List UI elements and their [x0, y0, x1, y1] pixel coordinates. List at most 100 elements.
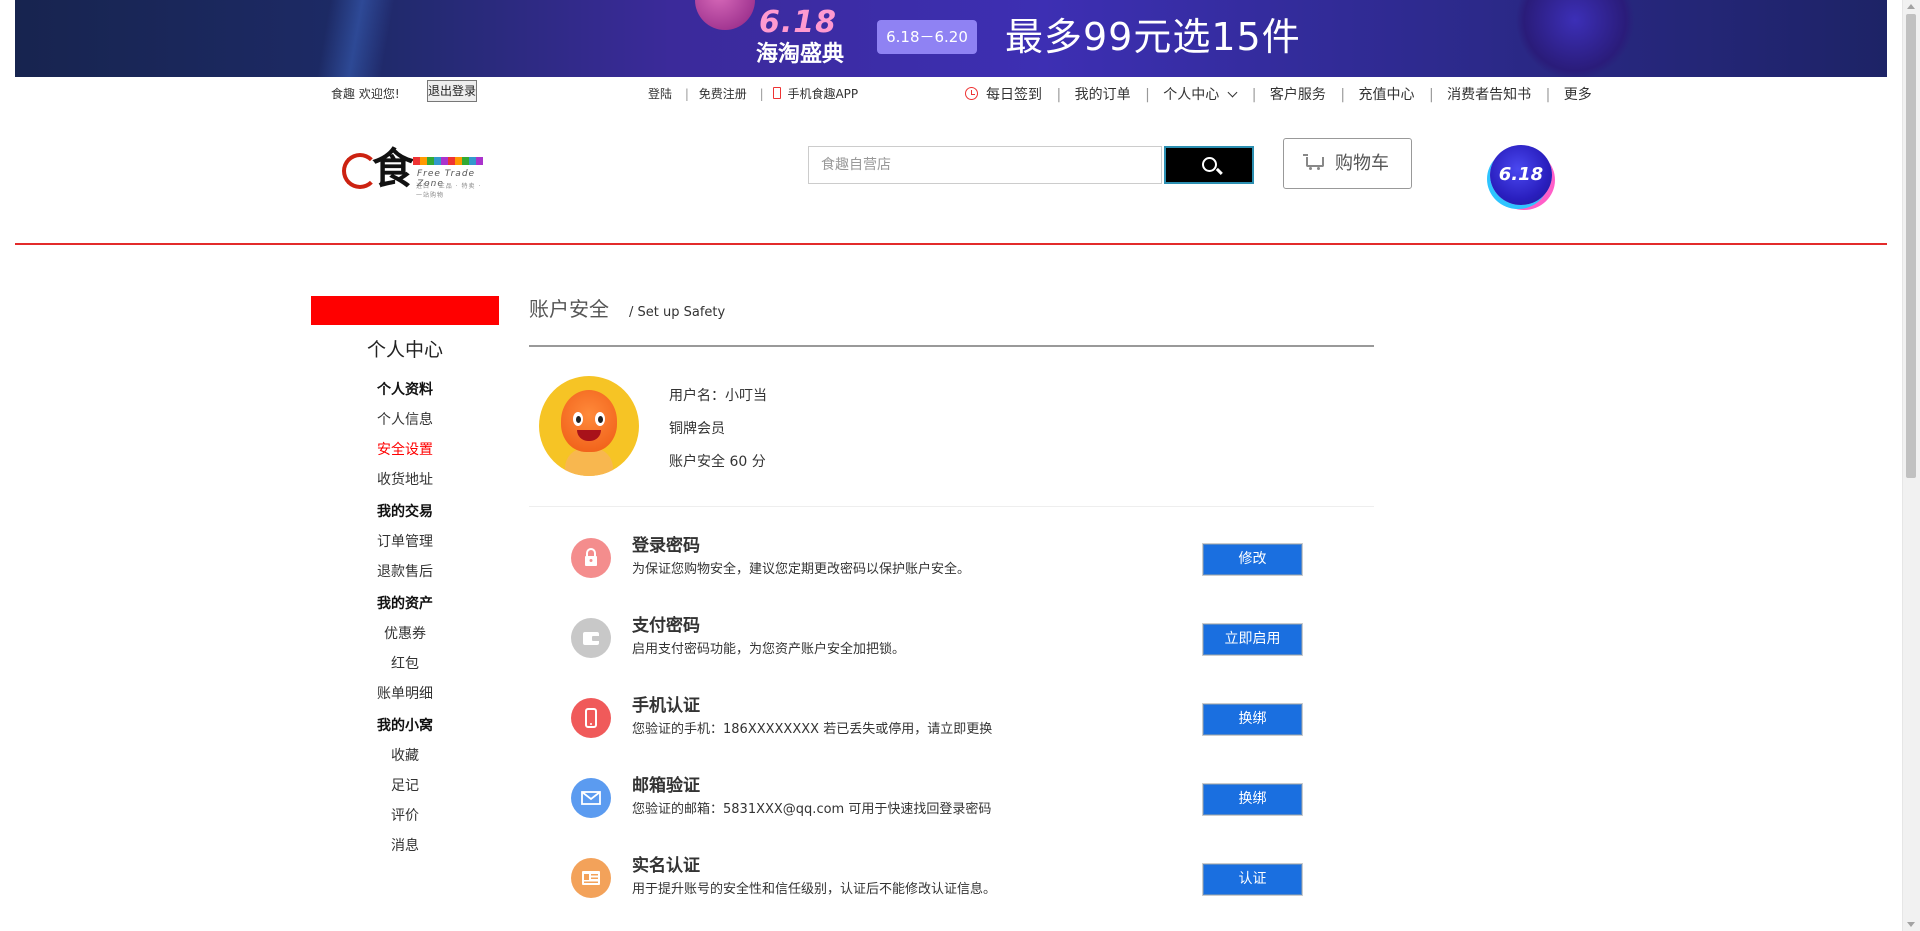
- site-logo[interactable]: 食 Free Trade Zone 进口 · 正品 · 特卖 · 一站购物: [342, 144, 487, 199]
- avatar[interactable]: [539, 376, 639, 476]
- row-title: 支付密码: [632, 616, 700, 636]
- security-score: 账户安全 60 分: [669, 454, 766, 470]
- promo-badge[interactable]: 6.18: [1490, 145, 1552, 205]
- banner-slogan: 最多99元选15件: [1005, 15, 1301, 59]
- header-divider: [15, 243, 1887, 245]
- avatar-eye: [595, 412, 605, 426]
- page-title: 账户安全: [529, 297, 609, 321]
- sidebar-item-address[interactable]: 收货地址: [311, 470, 499, 490]
- security-row-phone: 手机认证 您验证的手机：186XXXXXXXX 若已丢失或停用，请立即更换 换绑: [571, 694, 1331, 754]
- sidebar-group-title: 我的小窝: [377, 718, 433, 734]
- top-bar: 食趣 欢迎您! 退出登录 登陆 | 免费注册 | 手机食趣APP 每日签到 | …: [0, 77, 1900, 107]
- top-nav: 每日签到 | 我的订单 | 个人中心 | 客户服务 | 充值中心 | 消费者告知…: [965, 84, 1592, 104]
- logo-tagline: 进口 · 正品 · 特卖 · 一站购物: [416, 183, 482, 199]
- login-link[interactable]: 登陆: [648, 87, 672, 101]
- security-row-email: 邮箱验证 您验证的邮箱：5831XXX@qq.com 可用于快速找回登录密码 换…: [571, 774, 1331, 834]
- sidebar-item-bills[interactable]: 账单明细: [311, 684, 499, 704]
- my-orders-link[interactable]: 我的订单: [1075, 87, 1131, 103]
- id-card-icon: [571, 858, 611, 898]
- rebind-email-button[interactable]: 换绑: [1202, 783, 1303, 816]
- account-links: 登陆 | 免费注册 | 手机食趣APP: [648, 85, 864, 102]
- security-row-payment-password: 支付密码 启用支付密码功能，为您资产账户安全加把锁。 立即启用: [571, 614, 1331, 674]
- scrollbar-thumb[interactable]: [1906, 14, 1916, 478]
- sidebar-item-footprints[interactable]: 足记: [311, 776, 499, 796]
- title-divider: [529, 345, 1374, 347]
- sidebar-header-bar: [311, 296, 499, 325]
- avatar-body: [565, 448, 613, 476]
- banner-title: 海淘盛典: [755, 42, 844, 67]
- mobile-app-link[interactable]: 手机食趣APP: [787, 87, 858, 101]
- cart-icon: [1303, 154, 1324, 170]
- modify-password-button[interactable]: 修改: [1202, 543, 1303, 576]
- enable-payment-password-button[interactable]: 立即启用: [1202, 623, 1303, 656]
- separator: |: [684, 87, 689, 101]
- logout-button[interactable]: 退出登录: [427, 80, 477, 102]
- personal-center-link[interactable]: 个人中心: [1163, 87, 1219, 103]
- register-link[interactable]: 免费注册: [699, 87, 747, 101]
- security-row-real-name: 实名认证 用于提升账号的安全性和信任级别，认证后不能修改认证信息。 认证: [571, 854, 1331, 914]
- sidebar-group-trade: 我的交易 订单管理 退款售后: [311, 502, 499, 582]
- sidebar-item-favorites[interactable]: 收藏: [311, 746, 499, 766]
- separator: |: [1428, 87, 1434, 103]
- more-link[interactable]: 更多: [1564, 87, 1592, 103]
- search-button[interactable]: [1164, 146, 1254, 184]
- banner-decoration: [245, 0, 445, 77]
- consumer-notice-link[interactable]: 消费者告知书: [1447, 87, 1531, 103]
- profile-divider: [529, 506, 1374, 507]
- sidebar-group-profile: 个人资料 个人信息 安全设置 收货地址: [311, 380, 499, 490]
- sidebar-item-refunds[interactable]: 退款售后: [311, 562, 499, 582]
- sidebar-item-personal-info[interactable]: 个人信息: [311, 410, 499, 430]
- banner-event-number: 6.18: [758, 5, 838, 40]
- page-scrollbar[interactable]: [1902, 0, 1920, 931]
- row-title: 手机认证: [632, 696, 700, 716]
- separator: |: [1545, 87, 1551, 103]
- mobile-phone-icon: [773, 87, 782, 99]
- welcome-text: 食趣 欢迎您!: [331, 87, 400, 101]
- separator: |: [1145, 87, 1150, 103]
- sidebar-title: 个人中心: [366, 339, 443, 361]
- sidebar-item-coupons[interactable]: 优惠券: [311, 624, 499, 644]
- separator: |: [759, 87, 764, 101]
- recharge-link[interactable]: 充值中心: [1359, 87, 1415, 103]
- sidebar-item-reviews[interactable]: 评价: [311, 806, 499, 826]
- row-description: 为保证您购物安全，建议您定期更改密码以保护账户安全。: [632, 562, 971, 577]
- separator: |: [1251, 87, 1257, 103]
- sidebar: 个人中心 个人资料 个人信息 安全设置 收货地址 我的交易 订单管理 退款售后 …: [311, 296, 499, 866]
- banner-dates: 6.18－6.20: [877, 20, 977, 54]
- checkin-link[interactable]: 每日签到: [986, 87, 1042, 103]
- logo-color-strip: [413, 157, 483, 165]
- search-input[interactable]: [808, 146, 1162, 184]
- scroll-up-arrow-icon[interactable]: [1907, 4, 1915, 9]
- row-title: 实名认证: [632, 856, 700, 876]
- chevron-down-icon[interactable]: [1227, 87, 1238, 98]
- cart-button[interactable]: 购物车: [1283, 138, 1412, 189]
- banner-orb: [1515, 0, 1635, 77]
- rebind-phone-button[interactable]: 换绑: [1202, 703, 1303, 736]
- sidebar-group-assets: 我的资产 优惠券 红包 账单明细: [311, 594, 499, 704]
- customer-service-link[interactable]: 客户服务: [1270, 87, 1326, 103]
- wallet-icon: [571, 618, 611, 658]
- search-icon-handle: [1216, 167, 1223, 175]
- security-row-login-password: 登录密码 为保证您购物安全，建议您定期更改密码以保护账户安全。 修改: [571, 534, 1331, 594]
- separator: |: [1056, 87, 1062, 103]
- page-subtitle: / Set up Safety: [629, 305, 726, 320]
- sidebar-item-security[interactable]: 安全设置: [311, 440, 499, 460]
- avatar-eye: [573, 412, 583, 426]
- sidebar-item-orders[interactable]: 订单管理: [311, 532, 499, 552]
- sidebar-item-red-packets[interactable]: 红包: [311, 654, 499, 674]
- separator: |: [1340, 87, 1346, 103]
- row-description: 您验证的手机：186XXXXXXXX 若已丢失或停用，请立即更换: [632, 722, 993, 737]
- sidebar-item-messages[interactable]: 消息: [311, 836, 499, 856]
- sidebar-group-title: 个人资料: [377, 382, 433, 398]
- row-description: 您验证的邮箱：5831XXX@qq.com 可用于快速找回登录密码: [632, 802, 992, 817]
- row-description: 启用支付密码功能，为您资产账户安全加把锁。: [632, 642, 906, 657]
- mail-icon: [571, 778, 611, 818]
- row-title: 登录密码: [632, 536, 700, 556]
- verify-identity-button[interactable]: 认证: [1202, 863, 1303, 896]
- clock-icon: [965, 87, 978, 100]
- site-header: 食 Free Trade Zone 进口 · 正品 · 特卖 · 一站购物 购物…: [0, 107, 1900, 245]
- cart-label: 购物车: [1335, 153, 1389, 174]
- scroll-down-arrow-icon[interactable]: [1907, 922, 1915, 927]
- promo-banner[interactable]: 6.18 海淘盛典 6.18－6.20 最多99元选15件: [15, 0, 1887, 77]
- logo-character: 食: [372, 144, 415, 193]
